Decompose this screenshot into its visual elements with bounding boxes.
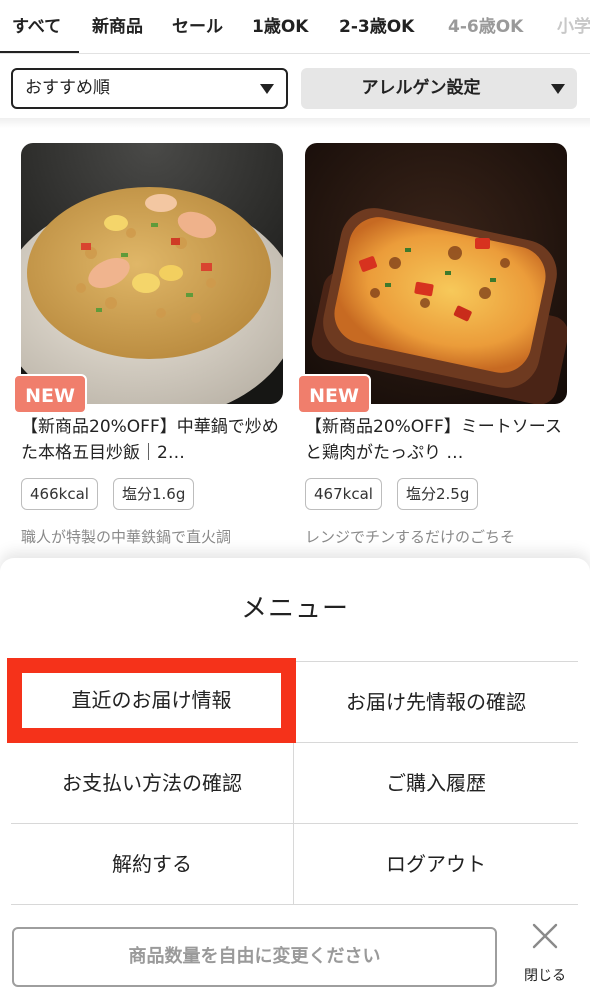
tab-age-1[interactable]: 1歳OK xyxy=(252,0,308,53)
product-title[interactable]: 【新商品20%OFF】ミートソースと鶏肉がたっぷり … xyxy=(305,414,567,466)
menu-item-payment-method[interactable]: お支払い方法の確認 xyxy=(11,743,294,824)
chevron-down-icon xyxy=(551,84,565,94)
menu-item-recent-delivery-label: 直近のお届け情報 xyxy=(71,688,232,712)
menu-item-cancel-subscription[interactable]: 解約する xyxy=(11,824,294,905)
highlighted-menu-item[interactable]: 直近のお届け情報 xyxy=(7,658,296,743)
tab-age-4-6[interactable]: 4-6歳OK xyxy=(448,0,523,53)
tab-new-products[interactable]: 新商品 xyxy=(92,0,143,53)
category-tabs: すべて 新商品 セール 1歳OK 2-3歳OK 4-6歳OK 小学 xyxy=(0,0,590,54)
allergen-settings-label: アレルゲン設定 xyxy=(361,78,481,98)
close-label: 閉じる xyxy=(524,968,566,984)
menu-item-purchase-history[interactable]: ご購入履歴 xyxy=(294,743,578,824)
product-description: レンジでチンするだけのごちそ xyxy=(305,528,516,546)
filter-divider xyxy=(0,118,590,128)
tab-all[interactable]: すべて xyxy=(12,0,61,53)
sort-select[interactable]: おすすめ順 xyxy=(11,68,288,109)
close-button[interactable]: 閉じる xyxy=(515,917,575,987)
sort-select-value: おすすめ順 xyxy=(25,78,110,98)
close-icon xyxy=(532,923,558,949)
product-image-fried-rice[interactable] xyxy=(21,143,283,404)
active-tab-indicator xyxy=(0,51,79,53)
salt-chip: 塩分2.5g xyxy=(397,478,479,510)
product-image-gratin[interactable] xyxy=(305,143,567,404)
new-badge: NEW xyxy=(13,374,87,414)
tab-elementary[interactable]: 小学 xyxy=(557,0,590,53)
quantity-change-input[interactable]: 商品数量を自由に変更ください xyxy=(12,927,497,987)
product-description: 職人が特製の中華鉄鍋で直火調 xyxy=(21,528,232,546)
menu-item-logout[interactable]: ログアウト xyxy=(294,824,578,905)
chevron-down-icon xyxy=(260,84,274,94)
tab-sale[interactable]: セール xyxy=(172,0,223,53)
menu-item-delivery-address[interactable]: お届け先情報の確認 xyxy=(294,662,578,743)
allergen-settings-button[interactable]: アレルゲン設定 xyxy=(301,68,577,109)
calorie-chip: 467kcal xyxy=(305,478,382,510)
new-badge: NEW xyxy=(297,374,371,414)
quantity-change-placeholder: 商品数量を自由に変更ください xyxy=(128,946,381,967)
salt-chip: 塩分1.6g xyxy=(113,478,195,510)
calorie-chip: 466kcal xyxy=(21,478,98,510)
menu-title: メニュー xyxy=(240,594,349,624)
tab-age-2-3[interactable]: 2-3歳OK xyxy=(339,0,414,53)
product-title[interactable]: 【新商品20%OFF】中華鍋で炒めた本格五目炒飯｜2… xyxy=(21,414,283,466)
